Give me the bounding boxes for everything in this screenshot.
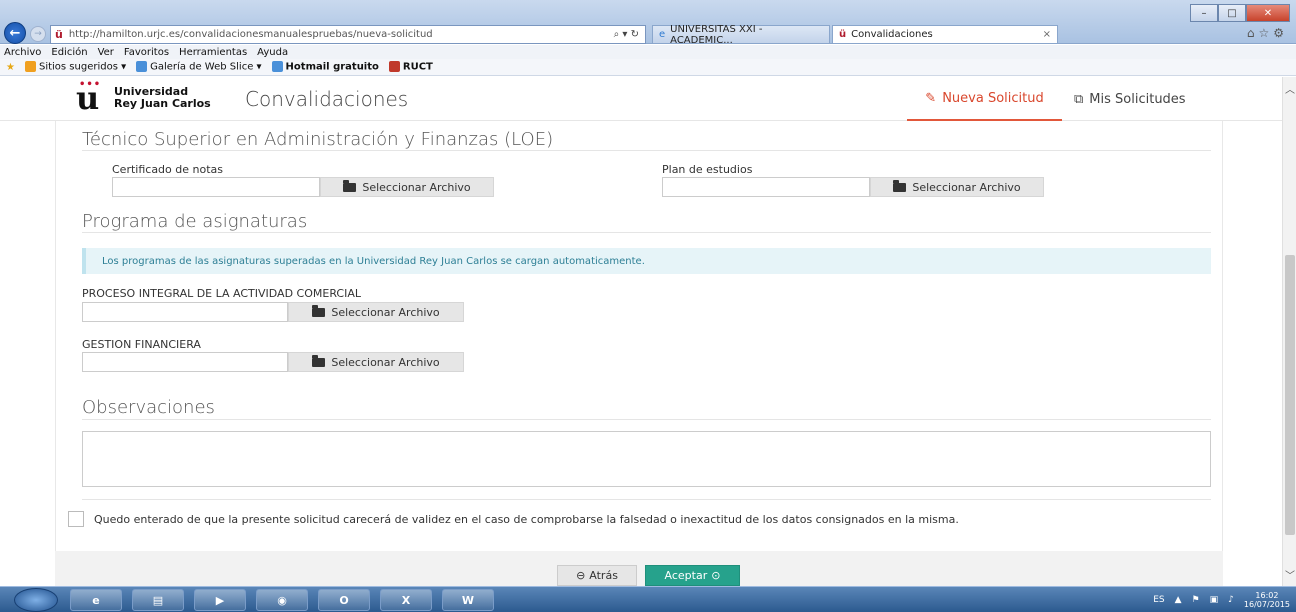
taskbar-excel-icon[interactable]: X (380, 589, 432, 611)
certificado-select-button[interactable]: Seleccionar Archivo (320, 177, 494, 197)
subject-select-button[interactable]: Seleccionar Archivo (288, 352, 464, 372)
window-controls: – □ ✕ (1190, 4, 1290, 22)
subject-label: PROCESO INTEGRAL DE LA ACTIVIDAD COMERCI… (82, 287, 362, 300)
start-button-icon[interactable] (14, 588, 58, 612)
plan-label: Plan de estudios (662, 163, 753, 176)
forward-arrow-icon[interactable]: → (30, 26, 46, 42)
tab-label: Convalidaciones (851, 29, 933, 40)
tab-label: UNIVERSITAS XXI - ACADEMIC... (670, 23, 763, 46)
folder-open-icon (312, 304, 326, 317)
home-star-gear-icons[interactable]: ⌂☆⚙ (1247, 26, 1288, 40)
fav-sitios[interactable]: Sitios sugeridos ▾ (24, 61, 126, 73)
circle-arrow-right-icon: ⊙ (711, 569, 721, 582)
taskbar-word-icon[interactable]: W (442, 589, 494, 611)
observaciones-textarea[interactable] (82, 431, 1211, 487)
menu-archivo[interactable]: Archivo (4, 47, 41, 58)
subject-select-button[interactable]: Seleccionar Archivo (288, 302, 464, 322)
language-indicator[interactable]: ES (1153, 595, 1164, 605)
accept-button[interactable]: Aceptar ⊙ (645, 565, 740, 586)
ie-page-icon (136, 61, 148, 73)
observaciones-title: Observaciones (82, 397, 215, 418)
nav-mis-solicitudes[interactable]: ⧉ Mis Solicitudes (1074, 77, 1186, 121)
menu-herramientas[interactable]: Herramientas (179, 47, 247, 58)
info-alert: Los programas de las asignaturas superad… (82, 248, 1211, 274)
degree-title: Técnico Superior en Administración y Fin… (82, 129, 554, 150)
scroll-up-icon[interactable]: ︿ (1285, 81, 1295, 96)
close-tab-icon[interactable]: × (1043, 29, 1051, 40)
clock[interactable]: 16:02 16/07/2015 (1244, 591, 1290, 609)
disclaimer-checkbox[interactable] (68, 511, 84, 527)
favorites-star-icon[interactable]: ★ (6, 62, 15, 73)
page-scrollbar[interactable]: ︿ ﹀ (1282, 77, 1296, 586)
scrollbar-thumb[interactable] (1285, 255, 1295, 535)
documents-icon: ⧉ (1074, 91, 1084, 107)
pencil-icon: ✎ (925, 90, 937, 106)
minimize-button[interactable]: – (1190, 4, 1218, 22)
urjc-logo[interactable]: u ••• Universidad Rey Juan Carlos (76, 79, 211, 117)
menu-edicion[interactable]: Edición (51, 47, 87, 58)
back-arrow-icon[interactable]: ← (4, 22, 26, 44)
network-icon[interactable]: ▣ (1210, 595, 1219, 605)
certificado-file-input[interactable] (112, 177, 320, 197)
close-window-button[interactable]: ✕ (1246, 4, 1290, 22)
divider (82, 419, 1211, 420)
address-bar[interactable]: ü http://hamilton.urjc.es/convalidacione… (50, 25, 646, 44)
urjc-favicon: ü (55, 28, 63, 41)
certificado-label: Certificado de notas (112, 163, 223, 176)
taskbar-outlook-icon[interactable]: O (318, 589, 370, 611)
scroll-down-icon[interactable]: ﹀ (1285, 567, 1295, 582)
subject-file-input[interactable] (82, 302, 288, 322)
app-header: u ••• Universidad Rey Juan Carlos Convali… (0, 77, 1282, 121)
tray-arrow-icon[interactable]: ▲ (1175, 595, 1182, 605)
menu-bar: Archivo Edición Ver Favoritos Herramient… (0, 45, 1296, 59)
ruct-icon (388, 61, 400, 73)
actions-footer (55, 551, 1223, 586)
plan-select-button[interactable]: Seleccionar Archivo (870, 177, 1044, 197)
plan-file-input[interactable] (662, 177, 870, 197)
tab-convalidaciones[interactable]: ü Convalidaciones × (832, 25, 1058, 44)
favorites-bar: ★ Sitios sugeridos ▾ Galería de Web Slic… (0, 59, 1296, 76)
subject-label: GESTION FINANCIERA (82, 338, 201, 351)
flag-icon[interactable]: ⚑ (1192, 595, 1200, 605)
taskbar-explorer-icon[interactable]: ▤ (132, 589, 184, 611)
back-button[interactable]: ⊖ Atrás (557, 565, 637, 586)
feed-icon (24, 61, 36, 73)
volume-icon[interactable]: ♪ (1228, 595, 1234, 605)
system-tray: ES ▲ ⚑ ▣ ♪ 16:02 16/07/2015 (1153, 590, 1290, 610)
divider (82, 499, 1211, 500)
menu-favoritos[interactable]: Favoritos (124, 47, 169, 58)
address-tools-icon[interactable]: ⌕ ▾ ↻ (614, 29, 639, 40)
folder-open-icon (312, 354, 326, 367)
menu-ayuda[interactable]: Ayuda (257, 47, 288, 58)
subject-file-input[interactable] (82, 352, 288, 372)
web-page: u ••• Universidad Rey Juan Carlos Convali… (0, 77, 1296, 586)
menu-ver[interactable]: Ver (98, 47, 114, 58)
maximize-button[interactable]: □ (1218, 4, 1246, 22)
folder-open-icon (343, 179, 357, 192)
divider (82, 232, 1211, 233)
tab-universitas[interactable]: e UNIVERSITAS XXI - ACADEMIC... (652, 23, 830, 46)
nav-nueva-solicitud[interactable]: ✎ Nueva Solicitud (907, 77, 1062, 121)
logo-text: Universidad Rey Juan Carlos (114, 85, 211, 110)
ie-page-icon (271, 61, 283, 73)
circle-arrow-left-icon: ⊖ (576, 569, 586, 582)
urjc-favicon: ü (839, 29, 847, 40)
app-title: Convalidaciones (245, 87, 409, 111)
fav-ruct[interactable]: RUCT (388, 61, 433, 73)
taskbar-chrome-icon[interactable]: ◉ (256, 589, 308, 611)
fav-hotmail[interactable]: Hotmail gratuito (271, 61, 379, 73)
ie-favicon: e (659, 29, 666, 40)
fav-galeria[interactable]: Galería de Web Slice ▾ (136, 61, 262, 73)
urjc-u-logo-icon: u ••• (76, 79, 102, 117)
taskbar-media-icon[interactable]: ▶ (194, 589, 246, 611)
windows-taskbar: e ▤ ▶ ◉ O X W ES ▲ ⚑ ▣ ♪ 16:02 16/07/201… (0, 586, 1296, 612)
folder-open-icon (893, 179, 907, 192)
disclaimer-label: Quedo enterado de que la presente solici… (94, 513, 959, 526)
programa-title: Programa de asignaturas (82, 211, 308, 232)
address-url: http://hamilton.urjc.es/convalidacionesm… (68, 29, 433, 40)
divider (82, 150, 1211, 151)
taskbar-ie-icon[interactable]: e (70, 589, 122, 611)
